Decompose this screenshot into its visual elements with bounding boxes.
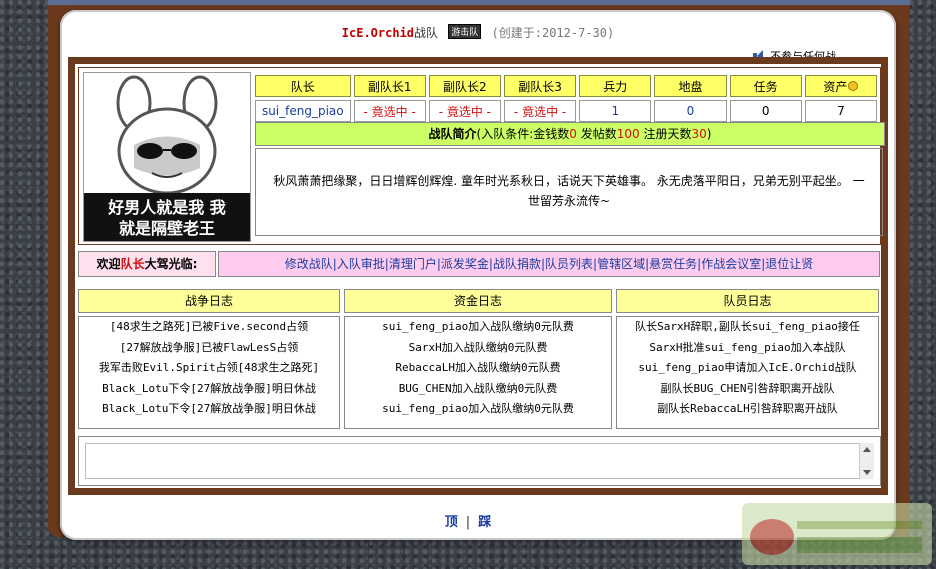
list-item: sui_feng_piao加入战队缴纳0元队费 (382, 402, 574, 416)
header-vice1: 副队长1 (353, 75, 426, 97)
list-item: 队长SarxH辞职,副队长sui_feng_piao接任 (635, 320, 860, 333)
upvote-link[interactable]: 顶 (445, 515, 458, 530)
link-abdicate[interactable]: 退位让贤 (765, 257, 813, 271)
message-scrollbar[interactable] (859, 443, 874, 479)
war-log-title: 战争日志 (78, 289, 340, 313)
join-condition-suffix: ) (706, 127, 712, 141)
funds-log-title: 资金日志 (344, 289, 612, 313)
funds-log: 资金日志 sui_feng_piao加入战队缴纳0元队费 SarxH加入战队缴纳… (344, 289, 612, 433)
list-item: BUG_CHEN加入战队缴纳0元队费 (398, 381, 558, 395)
link-bounty[interactable]: 悬赏任务 (649, 257, 697, 271)
list-item: sui_feng_piao申请加入IcE.Orchid战队 (638, 361, 857, 375)
list-item: SarxH批准sui_feng_piao加入本战队 (649, 340, 846, 354)
created-date: (创建于:2012-7-30) (491, 26, 615, 40)
list-item: RebaccaLH加入战队缴纳0元队费 (395, 361, 561, 375)
link-purge[interactable]: 清理门户 (389, 257, 437, 271)
link-war-room[interactable]: 作战会议室 (701, 257, 761, 271)
vice3-value: - 竟选中 - (503, 100, 577, 122)
list-item: [48求生之路死]已被Five.second占领 (109, 320, 309, 333)
team-info-box: 好男人就是我 我 就是隔壁老王 队长 副队长1 副队长2 副队长3 兵力 地盘 … (78, 67, 885, 245)
members-log: 队员日志 队长SarxH辞职,副队长sui_feng_piao接任 SarxH批… (616, 289, 879, 433)
list-item: 副队长BUG_CHEN引咎辞职离开战队 (660, 381, 835, 395)
link-distribute-bonus[interactable]: 派发奖金 (441, 257, 489, 271)
admin-row: 欢迎队长大驾光临: 修改战队|入队审批|清理门户|派发奖金|战队捐款|队员列表|… (78, 247, 880, 277)
list-item: 副队长RebaccaLH引咎辞职离开战队 (657, 402, 838, 416)
header-assets-label: 资产 (823, 79, 848, 94)
condition-days: 30 (691, 127, 707, 141)
header-leader: 队长 (255, 75, 351, 97)
members-log-title: 队员日志 (616, 289, 879, 313)
scroll-up-icon[interactable] (863, 447, 871, 452)
welcome-prefix: 欢迎 (96, 257, 121, 271)
list-item: SarxH加入战队缴纳0元队费 (408, 340, 548, 354)
tasks-value: 0 (729, 100, 802, 122)
header-vice3: 副队长3 (503, 75, 577, 97)
condition-posts: 100 (616, 127, 640, 141)
link-edit-team[interactable]: 修改战队 (285, 257, 333, 271)
description-title: 战队简介 (428, 127, 477, 141)
header-troops: 兵力 (579, 75, 652, 97)
list-item: [27解放战争服]已被FlawLesS占领 (119, 340, 299, 354)
avatar-caption-line1: 好男人就是我 我 (107, 198, 226, 217)
vice1-value: - 竟选中 - (353, 100, 426, 122)
scroll-down-icon[interactable] (863, 470, 871, 475)
header-tasks: 任务 (729, 75, 802, 97)
link-member-list[interactable]: 队员列表 (545, 257, 593, 271)
condition-money: 0 (569, 127, 577, 141)
welcome-role: 队长 (120, 257, 145, 271)
downvote-link[interactable]: 踩 (478, 515, 491, 530)
header-vice2: 副队长2 (428, 75, 501, 97)
welcome-label: 欢迎队长大驾光临: (78, 251, 216, 277)
territory-value: 0 (654, 100, 727, 122)
list-item: Black_Lotu下令[27解放战争服]明日休战 (102, 381, 316, 395)
watermark-logo (742, 503, 932, 565)
description-header: 战队简介(入队条件:金钱数0 发帖数100 注册天数30) (255, 122, 885, 146)
message-textarea[interactable] (85, 443, 869, 479)
team-type-badge: 游击队 (448, 24, 482, 39)
team-suffix: 战队 (414, 26, 439, 40)
war-log: 战争日志 [48求生之路死]已被Five.second占领 [27解放战争服]已… (78, 289, 340, 433)
description-body: 秋风萧萧把缘聚，日日增辉创辉煌. 童年时光系秋日，话说天下英雄事。 永无虎落平阳… (255, 148, 883, 236)
list-item: sui_feng_piao加入战队缴纳0元队费 (382, 320, 574, 333)
header-territory: 地盘 (654, 75, 727, 97)
link-join-approval[interactable]: 入队审批 (337, 257, 385, 271)
funds-log-body: sui_feng_piao加入战队缴纳0元队费 SarxH加入战队缴纳0元队费 … (344, 316, 612, 429)
logs-section: 战争日志 [48求生之路死]已被Five.second占领 [27解放战争服]已… (78, 289, 879, 433)
team-stats-table: 队长 副队长1 副队长2 副队长3 兵力 地盘 任务 资产 sui_feng_p… (252, 72, 880, 125)
members-log-body: 队长SarxH辞职,副队长sui_feng_piao接任 SarxH批准sui_… (616, 316, 879, 429)
list-item: Black_Lotu下令[27解放战争服]明日休战 (102, 402, 316, 416)
coin-icon (848, 80, 859, 91)
troops-value: 1 (579, 100, 652, 122)
welcome-suffix: 大驾光临: (144, 257, 198, 271)
team-main-inner: 好男人就是我 我 就是隔壁老王 队长 副队长1 副队长2 副队长3 兵力 地盘 … (75, 64, 885, 488)
page-title: IcE.Orchid战队 游击队 (创建于:2012-7-30) (60, 24, 896, 41)
condition-days-label: 注册天数 (639, 127, 692, 141)
vice2-value: - 竟选中 - (428, 100, 501, 122)
avatar-image: 好男人就是我 我 就是隔壁老王 (84, 73, 250, 241)
join-condition-prefix: (入队条件:金钱数 (476, 127, 570, 141)
message-box (78, 436, 881, 486)
avatar-caption-line2: 就是隔壁老王 (119, 219, 215, 238)
link-territory[interactable]: 管辖区域 (597, 257, 645, 271)
war-log-body: [48求生之路死]已被Five.second占领 [27解放战争服]已被Flaw… (78, 316, 340, 429)
link-donate[interactable]: 战队捐款 (493, 257, 541, 271)
team-name[interactable]: IcE.Orchid (342, 26, 414, 40)
team-avatar: 好男人就是我 我 就是隔壁老王 (83, 72, 251, 242)
list-item: 我军击败Evil.Spirit占领[48求生之路死] (98, 361, 320, 375)
team-main-box: 好男人就是我 我 就是隔壁老王 队长 副队长1 副队长2 副队长3 兵力 地盘 … (68, 57, 888, 495)
admin-links: 修改战队|入队审批|清理门户|派发奖金|战队捐款|队员列表|管辖区域|悬赏任务|… (218, 251, 880, 277)
header-assets: 资产 (804, 75, 877, 97)
condition-posts-label: 发帖数 (576, 127, 617, 141)
leader-value[interactable]: sui_feng_piao (255, 100, 351, 122)
assets-value: 7 (804, 100, 877, 122)
